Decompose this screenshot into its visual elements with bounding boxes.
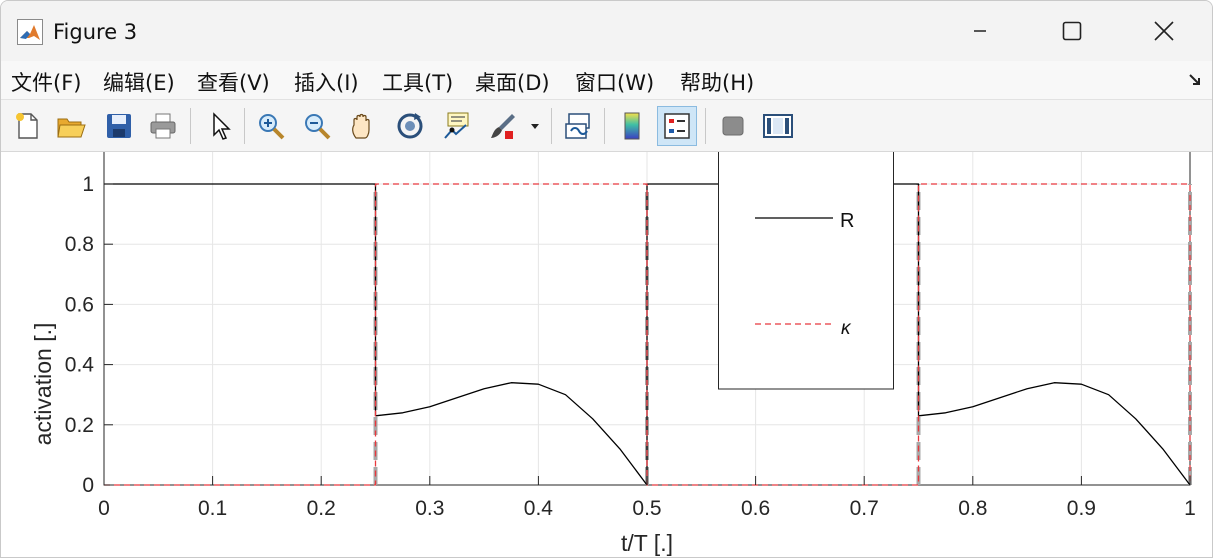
figure-toolbar <box>1 100 1212 152</box>
zoom-in-icon <box>259 114 285 140</box>
x-ticks: 0 0.1 0.2 0.3 0.4 0.5 0.6 0.7 0.8 0.9 1 <box>98 476 1196 520</box>
new-figure-icon <box>16 113 38 139</box>
figure-window: Figure 3 文件(F) 编辑(E) 查看(V) 插入(I) 工具(T) 桌… <box>0 0 1213 558</box>
minimize-button[interactable] <box>934 1 1026 61</box>
new-figure-button[interactable] <box>7 106 47 146</box>
y-axis-label: activation [.] <box>30 323 56 446</box>
pan-button[interactable] <box>343 106 383 146</box>
menu-view[interactable]: 查看(V) <box>197 67 270 97</box>
x-tick-label: 0.2 <box>307 497 336 520</box>
edit-plot-button[interactable] <box>200 106 240 146</box>
print-icon <box>150 113 176 139</box>
menu-tools[interactable]: 工具(T) <box>382 67 453 97</box>
hide-plot-tools-icon <box>722 116 744 136</box>
menu-desktop[interactable]: 桌面(D) <box>475 67 550 97</box>
colorbar-button[interactable] <box>612 106 652 146</box>
legend-label-r: R <box>840 210 854 232</box>
toolbar-separator <box>705 108 706 144</box>
menu-bar: 文件(F) 编辑(E) 查看(V) 插入(I) 工具(T) 桌面(D) 窗口(W… <box>1 61 1212 100</box>
x-tick-label: 0.5 <box>632 497 661 520</box>
x-tick-label: 0.1 <box>198 497 227 520</box>
brush-icon <box>491 114 515 139</box>
show-plot-tools-button[interactable] <box>758 106 798 146</box>
title-bar[interactable]: Figure 3 <box>1 1 1212 61</box>
y-tick-label: 0.2 <box>65 414 94 437</box>
legend-icon <box>664 113 690 139</box>
zoom-out-button[interactable] <box>297 106 337 146</box>
y-tick-label: 0.6 <box>65 293 94 316</box>
show-plot-tools-icon <box>763 114 793 138</box>
close-icon <box>1154 21 1174 41</box>
x-tick-label: 0 <box>98 497 110 520</box>
dock-arrow-icon[interactable] <box>1188 73 1202 87</box>
legend-button[interactable] <box>657 106 697 146</box>
save-button[interactable] <box>99 106 139 146</box>
menu-edit[interactable]: 编辑(E) <box>103 67 175 97</box>
toolbar-separator <box>244 108 245 144</box>
y-tick-label: 0.4 <box>65 354 95 377</box>
open-file-icon <box>57 118 86 138</box>
legend[interactable]: R κ <box>718 149 894 390</box>
data-cursor-button[interactable] <box>437 106 477 146</box>
x-tick-label: 0.9 <box>1067 497 1096 520</box>
menu-file[interactable]: 文件(F) <box>11 67 81 97</box>
legend-label-kappa: κ <box>841 318 852 339</box>
chevron-down-icon <box>531 124 539 129</box>
print-button[interactable] <box>143 106 183 146</box>
legend-box <box>718 149 894 390</box>
x-tick-label: 0.8 <box>958 497 987 520</box>
brush-dropdown-button[interactable] <box>525 106 545 146</box>
close-button[interactable] <box>1118 1 1210 61</box>
data-cursor-icon <box>444 112 469 139</box>
y-tick-label: 1 <box>82 173 94 196</box>
menu-insert[interactable]: 插入(I) <box>294 67 359 97</box>
menu-window[interactable]: 窗口(W) <box>575 67 654 97</box>
toolbar-separator <box>551 108 552 144</box>
window-title: Figure 3 <box>53 20 138 44</box>
open-file-button[interactable] <box>51 106 91 146</box>
menu-help[interactable]: 帮助(H) <box>680 67 754 97</box>
x-tick-label: 0.7 <box>850 497 879 520</box>
x-tick-label: 0.4 <box>524 497 554 520</box>
maximize-icon <box>1062 21 1082 41</box>
maximize-button[interactable] <box>1026 1 1118 61</box>
rotate-3d-button[interactable] <box>390 106 430 146</box>
pan-icon <box>352 113 370 139</box>
x-tick-label: 0.3 <box>415 497 444 520</box>
hide-plot-tools-button[interactable] <box>713 106 753 146</box>
plot-svg: 0 0.1 0.2 0.3 0.4 0.5 0.6 0.7 0.8 0.9 1 0 0.2 0.4 0.6… <box>30 149 1196 556</box>
toolbar-separator <box>190 108 191 144</box>
edit-plot-icon <box>213 112 231 140</box>
brush-button[interactable] <box>483 106 523 146</box>
series-lines <box>104 183 1191 486</box>
rotate-3d-icon <box>397 113 423 139</box>
link-plot-button[interactable] <box>558 106 598 146</box>
x-tick-label: 0.6 <box>741 497 770 520</box>
save-icon <box>107 114 131 138</box>
zoom-out-icon <box>305 114 331 140</box>
toolbar-separator <box>604 108 605 144</box>
colorbar-icon <box>624 112 640 140</box>
figure-canvas[interactable]: 0 0.1 0.2 0.3 0.4 0.5 0.6 0.7 0.8 0.9 1 0 0.2 0.4 0.6… <box>1 149 1212 557</box>
x-axis-label: t/T [.] <box>621 530 673 556</box>
link-plot-icon <box>565 113 590 139</box>
y-ticks: 0 0.2 0.4 0.6 0.8 1 <box>65 173 113 497</box>
y-tick-label: 0.8 <box>65 233 94 256</box>
zoom-in-button[interactable] <box>251 106 291 146</box>
matlab-icon <box>17 19 43 45</box>
x-tick-label: 1 <box>1184 497 1196 520</box>
minimize-icon <box>974 30 986 32</box>
y-tick-label: 0 <box>82 474 94 497</box>
